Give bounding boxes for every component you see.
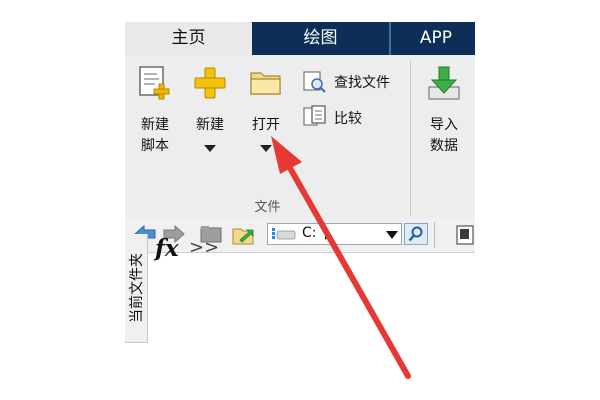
annotation-arrow-head [271, 136, 302, 174]
annotation-arrow [271, 136, 411, 379]
annotation-arrow-shaft [287, 165, 411, 379]
